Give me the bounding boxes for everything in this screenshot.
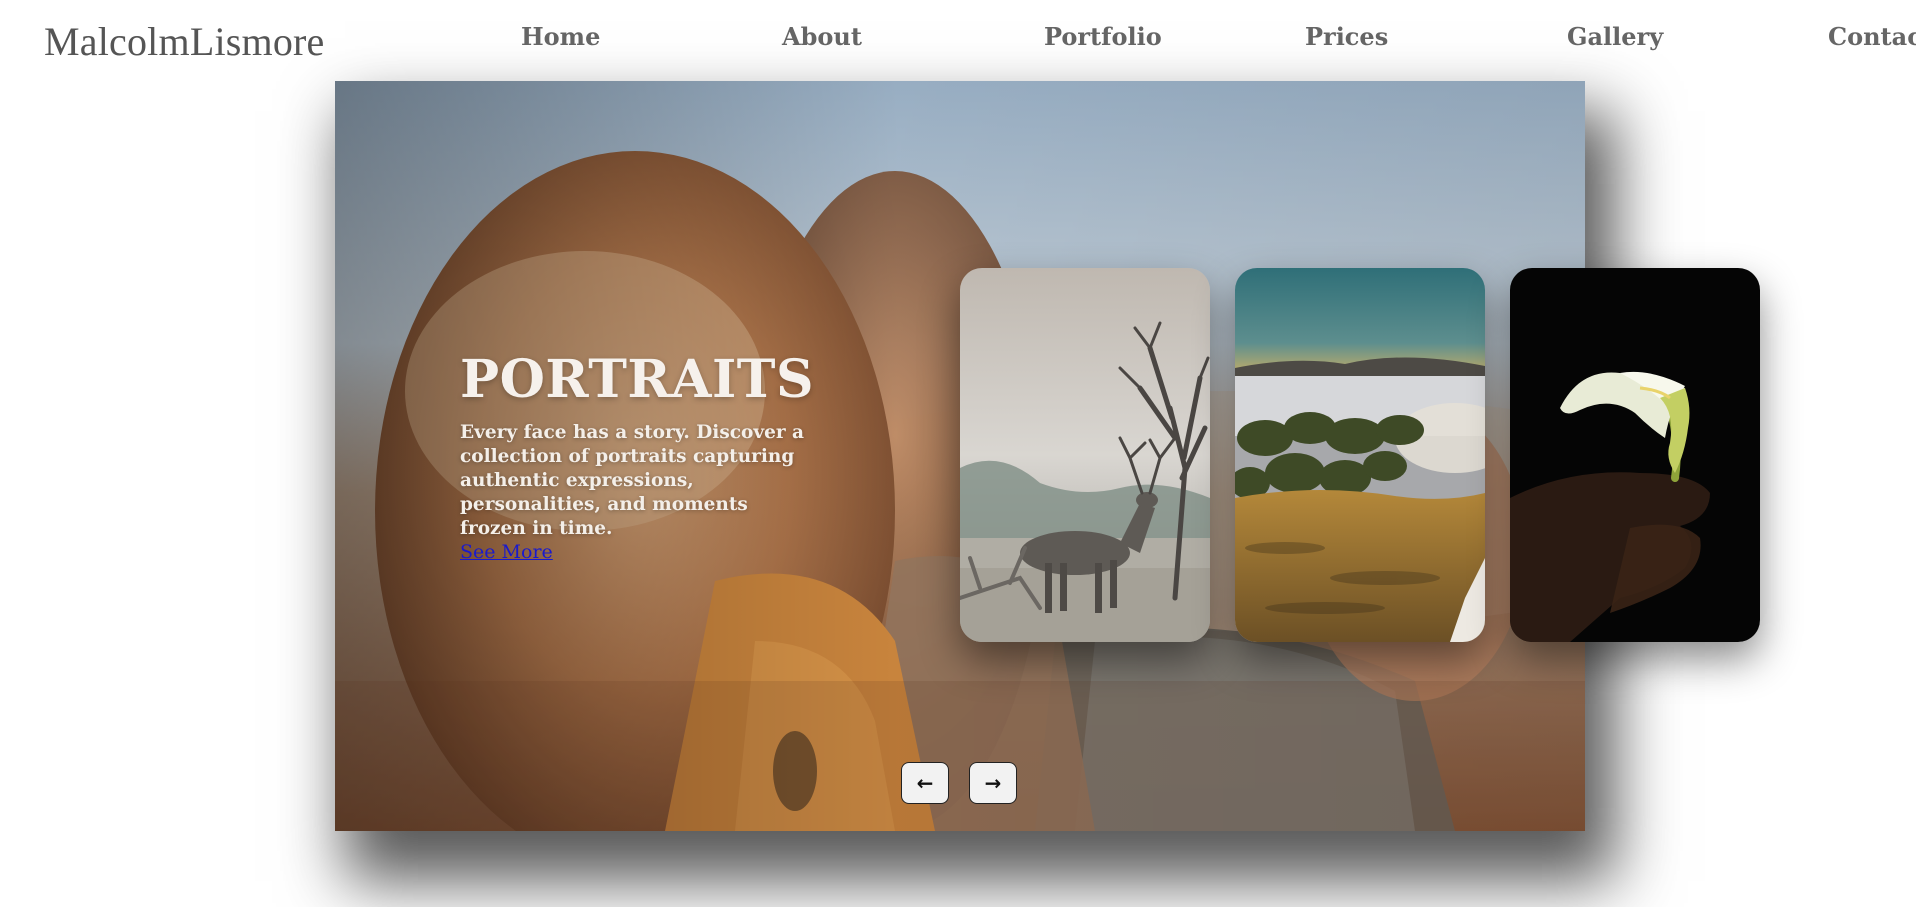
nav-contact[interactable]: Contact (1828, 22, 1916, 51)
nav-gallery[interactable]: Gallery (1567, 22, 1663, 51)
main-nav: Home About Portfolio Prices Gallery Cont… (0, 22, 1916, 62)
see-more-link[interactable]: See More (460, 541, 553, 563)
page: MalcolmLismore Home About Portfolio Pric… (0, 0, 1916, 907)
gallery-card-deer[interactable] (960, 268, 1210, 642)
nav-prices[interactable]: Prices (1305, 22, 1388, 51)
arrow-left-icon: ← (916, 771, 934, 795)
nav-portfolio[interactable]: Portfolio (1044, 22, 1162, 51)
landscape-icon (1235, 268, 1485, 642)
gallery-card-calla-lily[interactable] (1510, 268, 1760, 642)
hero-title: PORTRAITS (460, 349, 815, 410)
prev-slide-button[interactable]: ← (901, 762, 949, 804)
calla-lily-icon (1510, 268, 1760, 642)
arrow-right-icon: → (984, 771, 1002, 795)
next-slide-button[interactable]: → (969, 762, 1017, 804)
nav-home[interactable]: Home (521, 22, 600, 51)
nav-about[interactable]: About (782, 22, 862, 51)
hero-description: Every face has a story. Discover a colle… (460, 422, 805, 539)
deer-icon (960, 268, 1210, 642)
gallery-card-landscape[interactable] (1235, 268, 1485, 642)
